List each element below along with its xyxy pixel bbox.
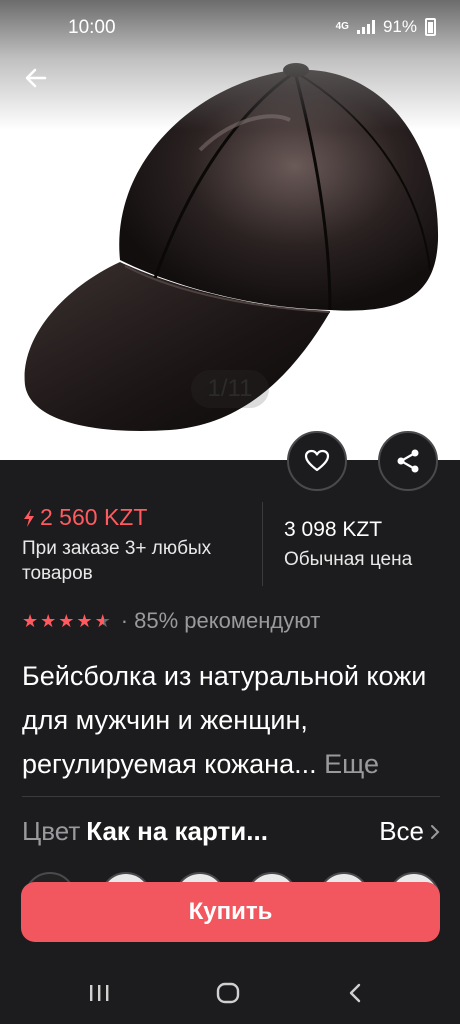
rating-row[interactable]: ★ ★ ★ ★ ★ · 85% рекомендуют: [22, 608, 320, 634]
share-icon: [397, 449, 419, 473]
promo-price: 2 560 KZT: [22, 504, 147, 531]
product-image[interactable]: 1/11: [0, 0, 460, 460]
promo-note: При заказе 3+ любых товаров: [22, 538, 212, 584]
promo-price-value: 2 560 KZT: [40, 504, 148, 530]
favorite-button[interactable]: [287, 431, 347, 491]
color-value: Как на карти...: [86, 816, 268, 846]
image-counter: 1/11: [191, 370, 269, 408]
system-back-button[interactable]: [340, 980, 370, 1006]
color-label: Цвет: [22, 816, 81, 846]
back-icon: [349, 983, 361, 1003]
price-section: 2 560 KZT При заказе 3+ любых товаров 3 …: [22, 500, 442, 590]
more-link[interactable]: Еще: [324, 749, 379, 779]
back-button[interactable]: [20, 62, 52, 94]
bolt-icon: [24, 508, 34, 527]
star-icon: ★: [76, 611, 93, 631]
section-divider: [22, 796, 440, 797]
status-time: 10:00: [68, 17, 116, 38]
product-title[interactable]: Бейсболка из натуральной кожи для мужчин…: [22, 654, 442, 786]
network-type: 4G: [335, 21, 349, 32]
recents-icon: [90, 985, 109, 1001]
star-icon: ★: [22, 611, 39, 631]
heart-icon: [304, 449, 330, 472]
all-colors-label: Все: [379, 816, 424, 846]
regular-price-label: Обычная цена: [284, 549, 413, 570]
share-button[interactable]: [378, 431, 438, 491]
home-button[interactable]: [213, 980, 243, 1006]
rating-stars: ★ ★ ★ ★ ★: [22, 611, 111, 631]
status-icons: 4G 91%: [336, 17, 436, 37]
buy-button[interactable]: Купить: [21, 882, 440, 942]
battery-icon: [425, 18, 436, 36]
star-icon: ★: [58, 611, 75, 631]
system-nav-bar: [0, 962, 460, 1024]
half-star-icon: ★: [94, 611, 111, 631]
status-bar: 10:00 4G 91%: [0, 0, 460, 56]
price-divider: [262, 502, 263, 586]
recents-button[interactable]: [84, 980, 114, 1006]
battery-percent: 91%: [382, 17, 417, 36]
all-colors-button[interactable]: Все: [379, 816, 440, 847]
recommend-text: · 85% рекомендуют: [120, 608, 321, 633]
color-selector-row[interactable]: Цвет Как на карти... Все: [22, 816, 440, 856]
home-icon: [216, 982, 240, 1004]
back-arrow-icon: [25, 68, 47, 88]
regular-price: 3 098 KZT: [284, 518, 383, 541]
signal-icon: [356, 20, 375, 34]
chevron-right-icon: [431, 824, 440, 839]
star-icon: ★: [40, 611, 57, 631]
